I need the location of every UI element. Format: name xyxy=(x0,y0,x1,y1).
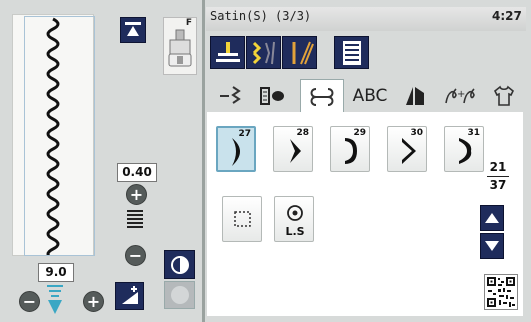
dotted-square-icon xyxy=(234,211,251,227)
threading-icon xyxy=(252,41,275,64)
stitch-settings-button[interactable] xyxy=(115,282,144,310)
utility-stitch-icon xyxy=(220,86,241,104)
svg-text:+: + xyxy=(457,89,465,100)
combination-icon: + xyxy=(445,88,475,104)
stitch-tile-30[interactable]: 30 xyxy=(387,126,427,172)
total-pages: 37 xyxy=(489,178,507,192)
presser-foot-lift-button[interactable] xyxy=(210,36,245,69)
preview-frame xyxy=(24,16,95,256)
tab-decorative[interactable] xyxy=(300,79,344,113)
stitch-width-value: 0.40 xyxy=(117,163,157,182)
presser-foot-indicator: F xyxy=(163,17,197,75)
document-icon xyxy=(342,40,361,65)
quilt-icon xyxy=(406,87,424,105)
decorative-stitch-icon xyxy=(310,87,334,106)
tab-satin-bead[interactable] xyxy=(254,80,290,112)
qr-code-icon xyxy=(487,277,515,307)
arrow-stitch-icon xyxy=(402,138,416,164)
tab-combination[interactable]: + xyxy=(438,80,482,112)
ls-label: L.S xyxy=(285,225,305,238)
triangle-up-icon xyxy=(485,213,499,223)
chevron-stitch-icon xyxy=(290,139,301,163)
tab-utility[interactable] xyxy=(212,80,248,112)
stitch-tile-28[interactable]: 28 xyxy=(273,126,313,172)
twin-needle-icon xyxy=(170,286,189,304)
page-title: Satin(S) (3/3) xyxy=(210,9,312,23)
pane-divider xyxy=(202,0,205,322)
foot-label: F xyxy=(185,18,192,28)
category-tabs: ABC + xyxy=(206,79,531,113)
length-decrease-button[interactable]: − xyxy=(19,291,40,312)
arc-stitch-icon xyxy=(459,138,472,164)
current-page: 21 xyxy=(489,160,507,174)
free-stitch-tile[interactable] xyxy=(222,196,262,242)
stitch-tile-29[interactable]: 29 xyxy=(330,126,370,172)
triangle-down-icon xyxy=(485,241,499,251)
tab-alphabet[interactable]: ABC xyxy=(346,80,394,112)
target-icon xyxy=(287,205,303,221)
foot-lift-icon xyxy=(215,41,240,62)
scroll-down-button[interactable] xyxy=(480,233,504,259)
stitch-tile-27[interactable]: 27 xyxy=(216,126,256,172)
stitch-grid: 27 28 29 30 31 L.S xyxy=(207,112,523,316)
stitch-density-icon xyxy=(127,210,143,228)
shirt-icon xyxy=(493,85,515,106)
crescent-stitch-icon xyxy=(232,138,240,166)
mirror-icon xyxy=(170,255,189,274)
memory-button[interactable] xyxy=(334,36,369,69)
twin-needle-button[interactable] xyxy=(164,281,195,309)
page-divider xyxy=(487,176,509,177)
width-increase-button[interactable]: + xyxy=(126,184,147,205)
lock-stitch-tile[interactable]: L.S xyxy=(274,196,314,242)
needle-icon xyxy=(292,41,314,64)
width-decrease-button[interactable]: − xyxy=(125,245,146,266)
bracket-stitch-icon xyxy=(345,138,357,164)
qr-code-button[interactable] xyxy=(484,274,518,310)
tab-quilt[interactable] xyxy=(398,80,432,112)
presser-foot-icon xyxy=(168,29,192,67)
bobbin-winding-button[interactable] xyxy=(282,36,317,69)
needle-threader-button[interactable] xyxy=(246,36,281,69)
clock: 4:27 xyxy=(492,9,522,23)
tab-garment[interactable] xyxy=(486,80,522,112)
satin-bead-icon xyxy=(260,87,284,105)
needle-up-down-button[interactable] xyxy=(120,17,146,43)
scroll-up-button[interactable] xyxy=(480,205,504,231)
length-increase-button[interactable]: + xyxy=(83,291,104,312)
stitch-length-icon xyxy=(47,285,63,314)
mirror-image-button[interactable] xyxy=(164,250,195,279)
adjust-icon xyxy=(121,286,138,304)
stitch-length-value: 9.0 xyxy=(38,263,74,282)
stitch-tile-31[interactable]: 31 xyxy=(444,126,484,172)
needle-position-icon xyxy=(125,22,141,36)
